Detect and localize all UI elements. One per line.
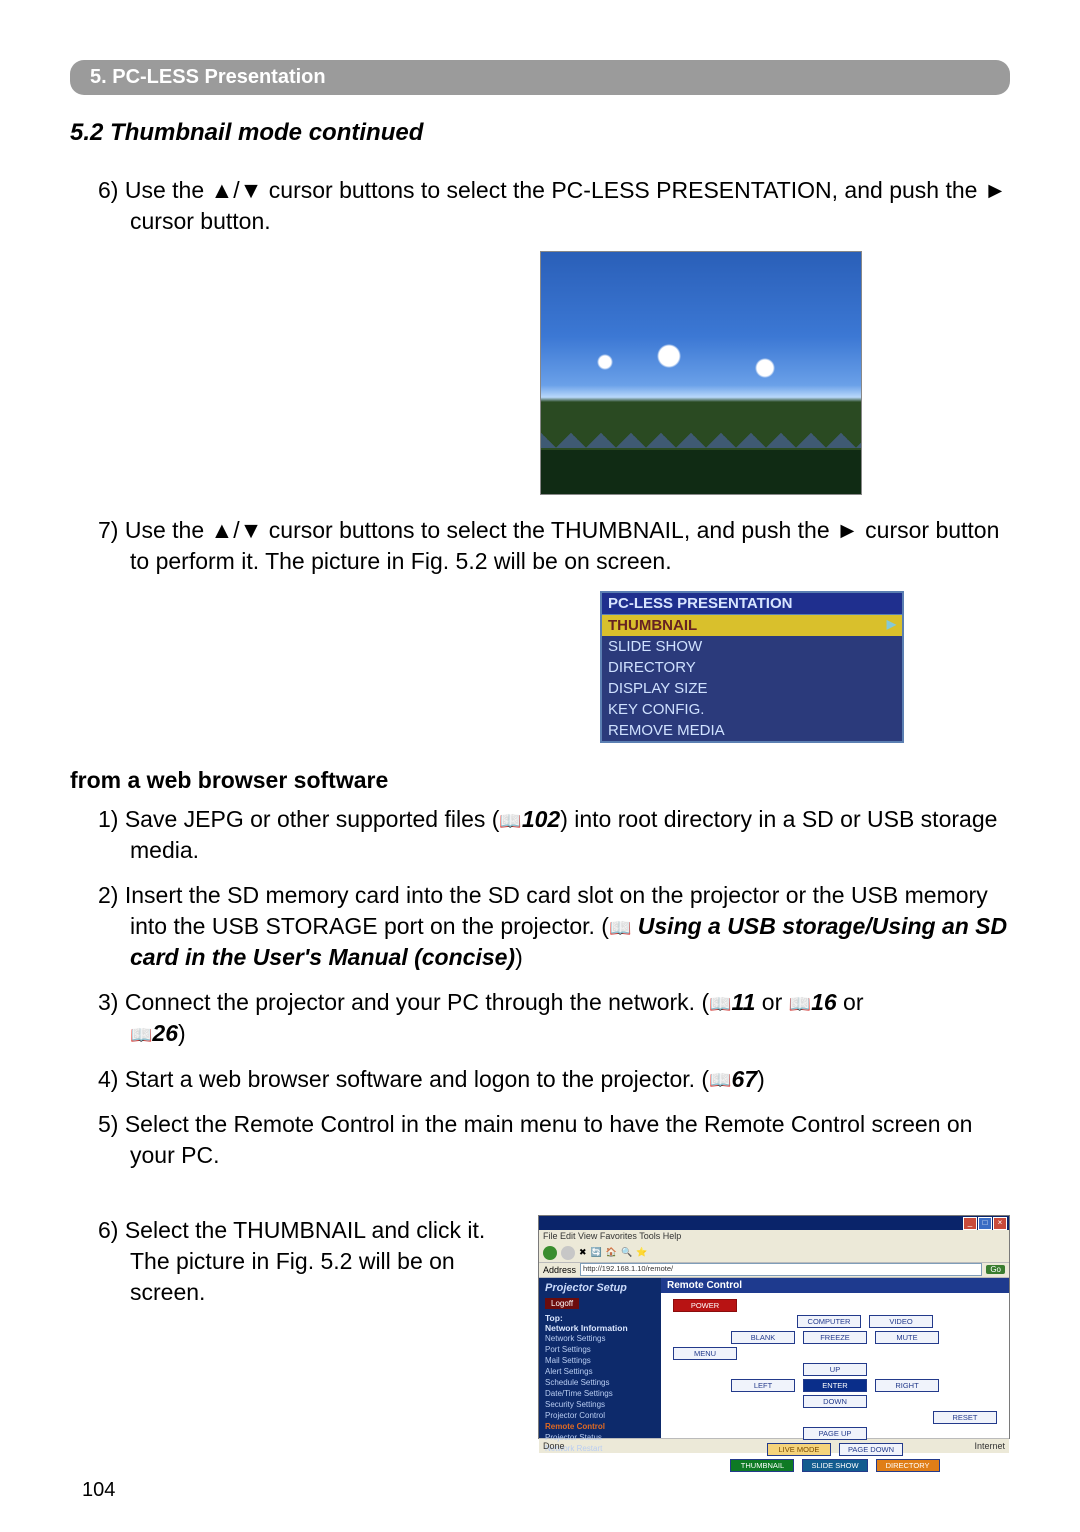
logoff-button: Logoff [545,1298,579,1309]
refresh-icon: 🔄 [591,1247,602,1258]
directory-button: DIRECTORY [876,1459,940,1472]
main-header: Remote Control [661,1278,1009,1293]
sidebar-logo: Projector Setup [545,1282,655,1294]
browser-screenshot: _ □ × File Edit View Favorites Tools Hel… [538,1215,1010,1439]
slideshow-button: SLIDE SHOW [802,1459,867,1472]
web-step-3: 3) Connect the projector and your PC thr… [98,987,1010,1049]
menu-item-slideshow: SLIDE SHOW [602,636,902,657]
book-icon [609,913,631,939]
menu-button: MENU [673,1347,737,1360]
menu-item-displaysize: DISPLAY SIZE [602,678,902,699]
maximize-icon: □ [978,1217,992,1230]
browser-sidebar: Projector Setup Logoff Top: Network Info… [539,1278,661,1438]
livemode-button: LIVE MODE [767,1443,831,1456]
web-step-1: 1) Save JEPG or other supported files (1… [98,804,1010,866]
search-icon: 🔍 [621,1247,632,1258]
step-7: 7) Use the ▲/▼ cursor buttons to select … [98,515,1010,577]
menu-header: PC-LESS PRESENTATION [602,593,902,615]
freeze-button: FREEZE [803,1331,867,1344]
menu-item-removemedia: REMOVE MEDIA [602,720,902,741]
sidebar-item: Projector Control [545,1410,655,1421]
sidebar-item: Port Settings [545,1344,655,1355]
sidebar-item: Alert Settings [545,1366,655,1377]
page-number: 104 [82,1479,115,1502]
browser-menubar: File Edit View Favorites Tools Help [539,1230,1009,1244]
pagedown-button: PAGE DOWN [839,1443,903,1456]
sidebar-item-remote-control: Remote Control [545,1421,655,1432]
blank-button: BLANK [731,1331,795,1344]
stop-icon: ✖ [579,1247,587,1258]
browser-address-bar: Address http://192.168.1.10/remote/ Go [539,1263,1009,1278]
book-icon [130,1020,152,1046]
status-left: Done [543,1441,565,1451]
power-button: POWER [673,1299,737,1312]
section-header-bar: 5. PC-LESS Presentation [70,60,1010,95]
menu-item-directory: DIRECTORY [602,657,902,678]
landscape-illustration [540,251,862,495]
up-button: UP [803,1363,867,1376]
sidebar-item: Date/Time Settings [545,1388,655,1399]
address-input: http://192.168.1.10/remote/ [580,1263,982,1276]
video-button: VIDEO [869,1315,933,1328]
computer-button: COMPUTER [797,1315,861,1328]
sidebar-item: Security Settings [545,1399,655,1410]
menu-item-thumbnail: THUMBNAIL [602,615,902,636]
go-button: Go [986,1265,1005,1274]
pageup-button: PAGE UP [803,1427,867,1440]
sidebar-netinfo: Network Information [545,1323,655,1333]
minimize-icon: _ [963,1217,977,1230]
book-icon [789,989,811,1015]
menu-item-keyconfig: KEY CONFIG. [602,699,902,720]
web-step-6: 6) Select the THUMBNAIL and click it. Th… [98,1215,518,1308]
back-icon [543,1246,557,1260]
book-icon [709,1066,731,1092]
home-icon: 🏠 [606,1247,617,1258]
browser-titlebar: _ □ × [539,1216,1009,1230]
window-buttons: _ □ × [963,1217,1007,1230]
right-button: RIGHT [875,1379,939,1392]
sidebar-item: Schedule Settings [545,1377,655,1388]
reset-button: RESET [933,1411,997,1424]
web-step-4: 4) Start a web browser software and logo… [98,1064,1010,1095]
sidebar-item: Network Settings [545,1333,655,1344]
pc-less-menu: PC-LESS PRESENTATION THUMBNAIL SLIDE SHO… [600,591,904,743]
subheading-5-2: 5.2 Thumbnail mode continued [70,119,1010,147]
thumbnail-button: THUMBNAIL [730,1459,794,1472]
subheading-web: from a web browser software [70,767,1010,794]
web-step-2: 2) Insert the SD memory card into the SD… [98,880,1010,973]
close-icon: × [993,1217,1007,1230]
down-button: DOWN [803,1395,867,1408]
browser-toolbar: ✖ 🔄 🏠 🔍 ⭐ [539,1244,1009,1263]
sidebar-top-label: Top: [545,1313,655,1323]
forward-icon [561,1246,575,1260]
enter-button: ENTER [803,1379,867,1392]
sidebar-item: Mail Settings [545,1355,655,1366]
status-right: Internet [974,1441,1005,1451]
web-step-5: 5) Select the Remote Control in the main… [98,1109,1010,1171]
book-icon [499,806,521,832]
mute-button: MUTE [875,1331,939,1344]
book-icon [709,989,731,1015]
left-button: LEFT [731,1379,795,1392]
step-6-top: 6) Use the ▲/▼ cursor buttons to select … [98,175,1010,237]
favorites-icon: ⭐ [636,1247,647,1258]
browser-main: Remote Control POWER COMPUTER VIDEO BLANK… [661,1278,1009,1438]
